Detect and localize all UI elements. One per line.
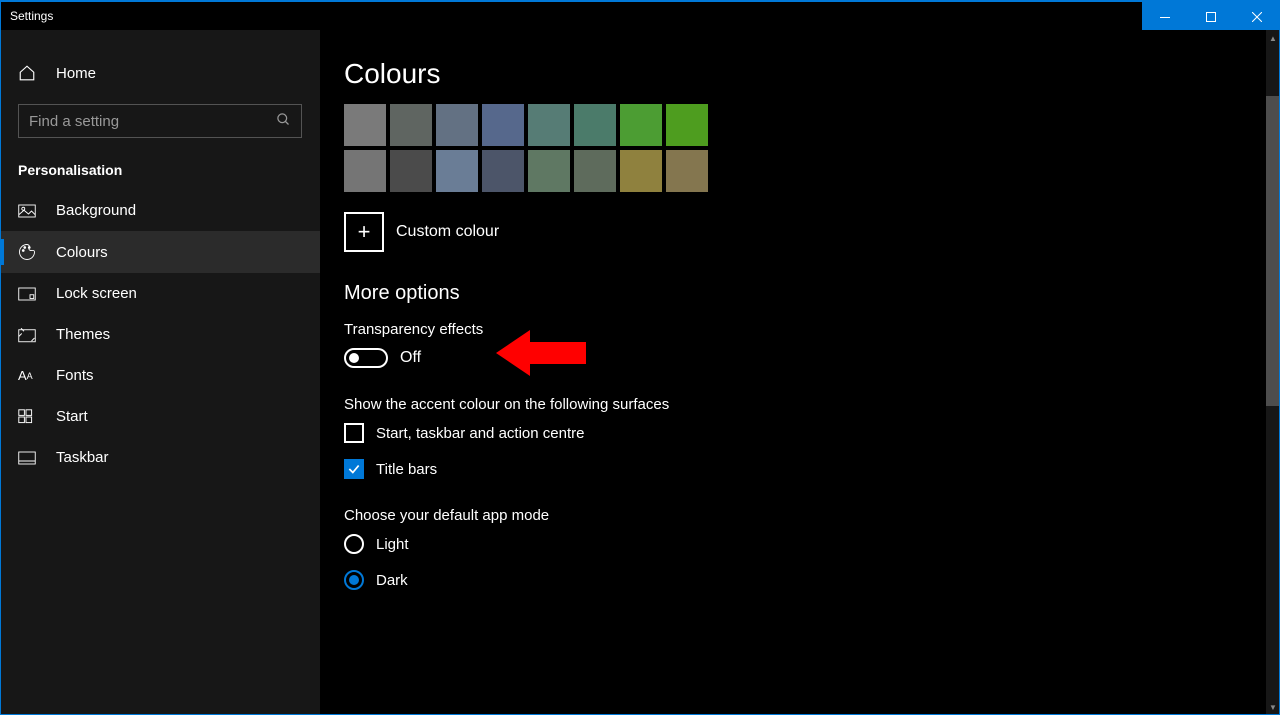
colour-swatch[interactable] [344, 104, 386, 146]
plus-icon: + [344, 212, 384, 252]
radio-light-label: Light [376, 536, 409, 553]
sidebar-item-colours[interactable]: Colours [0, 231, 320, 273]
fonts-icon: AA [18, 368, 40, 383]
radio-dark-label: Dark [376, 572, 408, 589]
themes-icon [18, 327, 40, 343]
picture-icon [18, 204, 40, 218]
colour-swatch[interactable] [574, 150, 616, 192]
colour-swatch[interactable] [528, 104, 570, 146]
custom-colour-button[interactable]: + Custom colour [344, 212, 1242, 252]
colour-swatch[interactable] [482, 150, 524, 192]
page-title: Colours [344, 58, 1242, 90]
lockscreen-icon [18, 287, 40, 301]
default-mode-label: Choose your default app mode [344, 507, 1242, 524]
checkbox-start-taskbar-label: Start, taskbar and action centre [376, 425, 584, 442]
checkbox-start-taskbar[interactable] [344, 423, 364, 443]
sidebar-item-lockscreen[interactable]: Lock screen [0, 273, 320, 314]
colour-swatch[interactable] [620, 150, 662, 192]
sidebar-item-start[interactable]: Start [0, 396, 320, 437]
colour-swatch[interactable] [390, 104, 432, 146]
scroll-down-icon[interactable]: ▼ [1266, 699, 1280, 715]
search-input[interactable]: Find a setting [18, 104, 302, 138]
window-controls [1142, 2, 1280, 30]
radio-dark[interactable] [344, 570, 364, 590]
colour-swatch[interactable] [666, 150, 708, 192]
colour-swatch[interactable] [528, 150, 570, 192]
colour-swatch[interactable] [436, 104, 478, 146]
colour-swatches [344, 104, 1242, 192]
taskbar-icon [18, 451, 40, 465]
colour-swatch[interactable] [344, 150, 386, 192]
colour-swatch[interactable] [620, 104, 662, 146]
close-button[interactable] [1234, 2, 1280, 32]
sidebar-item-taskbar[interactable]: Taskbar [0, 437, 320, 478]
maximize-button[interactable] [1188, 2, 1234, 32]
nav-label: Themes [56, 326, 110, 343]
scroll-thumb[interactable] [1266, 96, 1280, 406]
window-title: Settings [10, 9, 53, 23]
colour-swatch[interactable] [666, 104, 708, 146]
colour-swatch[interactable] [574, 104, 616, 146]
nav-label: Fonts [56, 367, 94, 384]
home-nav[interactable]: Home [0, 54, 320, 92]
search-placeholder: Find a setting [29, 113, 119, 130]
sidebar-item-fonts[interactable]: AA Fonts [0, 355, 320, 396]
transparency-state: Off [400, 349, 421, 367]
nav-label: Colours [56, 244, 108, 261]
home-icon [18, 64, 40, 82]
radio-light[interactable] [344, 534, 364, 554]
more-options-heading: More options [344, 282, 1242, 305]
nav-label: Background [56, 202, 136, 219]
minimize-button[interactable] [1142, 2, 1188, 32]
main-panel: Colours + Custom colour More options Tra… [320, 30, 1266, 715]
annotation-arrow [496, 326, 586, 385]
home-label: Home [56, 65, 96, 82]
colour-swatch[interactable] [390, 150, 432, 192]
colour-swatch[interactable] [482, 104, 524, 146]
sidebar-section-title: Personalisation [0, 156, 320, 190]
custom-colour-label: Custom colour [396, 223, 499, 241]
colour-swatch[interactable] [436, 150, 478, 192]
sidebar-item-background[interactable]: Background [0, 190, 320, 231]
palette-icon [18, 243, 40, 261]
start-icon [18, 409, 40, 425]
checkbox-titlebars[interactable] [344, 459, 364, 479]
search-icon [276, 112, 291, 131]
sidebar-item-themes[interactable]: Themes [0, 314, 320, 355]
transparency-toggle[interactable] [344, 348, 388, 368]
checkbox-titlebars-label: Title bars [376, 461, 437, 478]
nav-label: Taskbar [56, 449, 109, 466]
nav-label: Lock screen [56, 285, 137, 302]
scrollbar[interactable]: ▲ ▼ [1266, 30, 1280, 715]
transparency-label: Transparency effects [344, 321, 1242, 338]
sidebar: Home Find a setting Personalisation Back… [0, 30, 320, 715]
accent-surfaces-label: Show the accent colour on the following … [344, 396, 1242, 413]
titlebar: Settings [0, 0, 1280, 30]
nav-label: Start [56, 408, 88, 425]
scroll-up-icon[interactable]: ▲ [1266, 30, 1280, 46]
